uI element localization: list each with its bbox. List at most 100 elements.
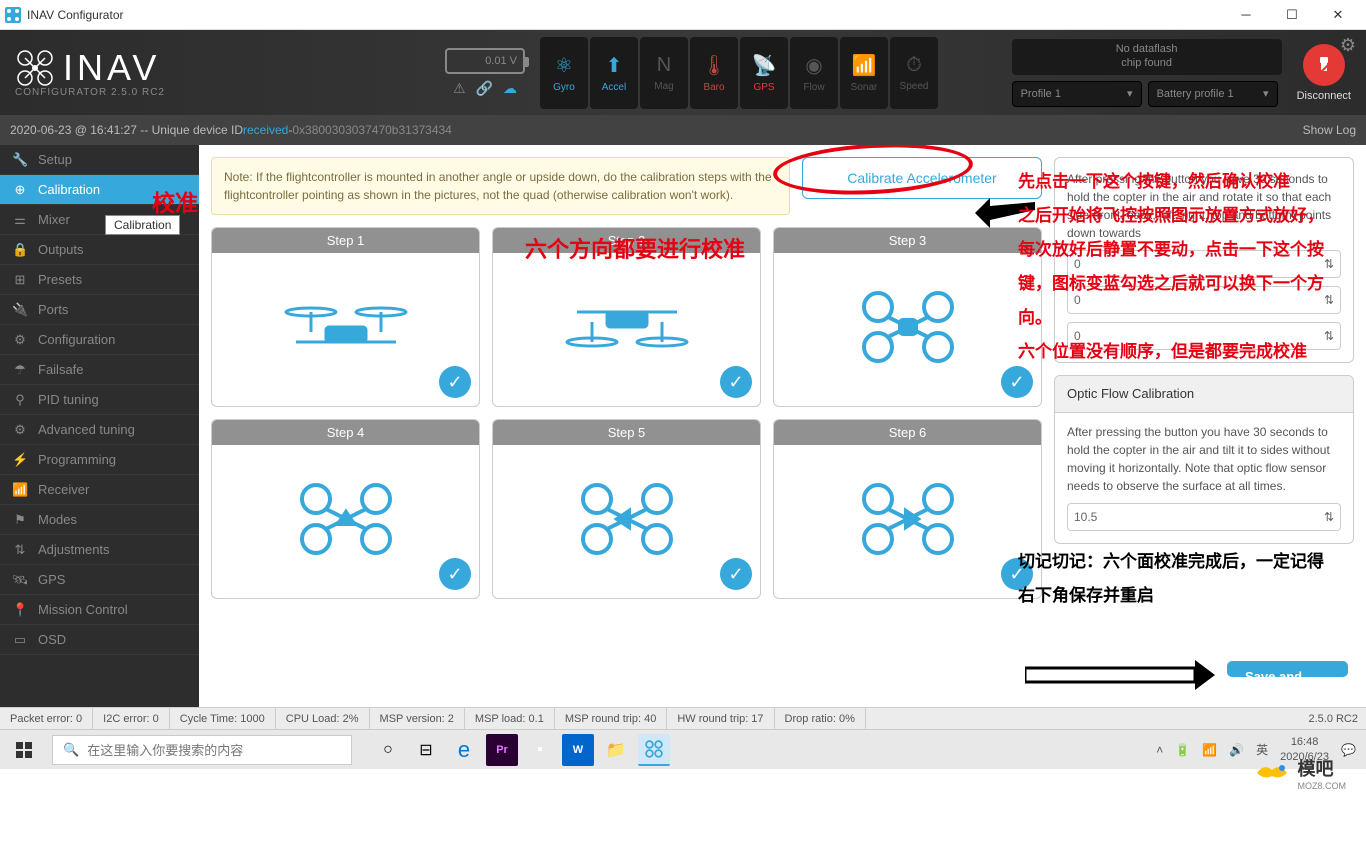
cloud-icon: ☁ [503, 80, 517, 97]
window-titlebar: INAV Configurator ─ ☐ ✕ [0, 0, 1366, 30]
stat-msp-version: MSP version: 2 [370, 708, 465, 729]
check-icon: ✓ [720, 366, 752, 398]
close-button[interactable]: ✕ [1315, 0, 1361, 30]
minimize-button[interactable]: ─ [1223, 0, 1269, 30]
footer-stats: Packet error: 0 I2C error: 0 Cycle Time:… [0, 707, 1366, 729]
adjust-icon: ⇅ [12, 542, 28, 558]
nav-setup[interactable]: 🔧Setup [0, 145, 199, 175]
premiere-icon[interactable]: Pr [486, 734, 518, 766]
warning-icons: ⚠ 🔗 ☁ [453, 80, 517, 97]
maximize-button[interactable]: ☐ [1269, 0, 1315, 30]
sensor-mag[interactable]: NMag [640, 37, 688, 109]
display-icon: ▭ [12, 632, 28, 648]
annotation-arrow-2 [1025, 660, 1215, 690]
step-card-1[interactable]: Step 1✓ [211, 227, 480, 407]
sensor-sonar[interactable]: 📶Sonar [840, 37, 888, 109]
check-icon: ✓ [439, 558, 471, 590]
sensor-gyro[interactable]: ⚛Gyro [540, 37, 588, 109]
annotation-save-text: 切记切记：六个面校准完成后，一定记得右下角保存并重启 [1018, 545, 1338, 613]
sensor-baro[interactable]: 🌡Baro [690, 37, 738, 109]
profile-select[interactable]: Profile 1▾ [1012, 81, 1142, 107]
edge-icon[interactable]: e [448, 734, 480, 766]
save-and-reboot-button[interactable]: Save and Reboot [1227, 661, 1348, 677]
sat-icon: 🛰 [12, 572, 28, 588]
explorer-icon[interactable]: 📁 [600, 734, 632, 766]
wrench-icon: 🔧 [12, 152, 28, 168]
nav-mission-control[interactable]: 📍Mission Control [0, 595, 199, 625]
drone-diagram-1 [276, 282, 416, 372]
nav-programming[interactable]: ⚡Programming [0, 445, 199, 475]
chevron-down-icon: ▾ [1263, 87, 1269, 100]
dataflash-panel[interactable]: No dataflash chip found [1012, 39, 1282, 75]
nav-adjustments[interactable]: ⇅Adjustments [0, 535, 199, 565]
nav-receiver[interactable]: 📶Receiver [0, 475, 199, 505]
tray-volume-icon[interactable]: 🔊 [1229, 743, 1244, 757]
lock-icon: 🔒 [12, 242, 28, 258]
task-view-icon[interactable]: ⊟ [410, 734, 442, 766]
calibration-tooltip: Calibration [105, 215, 180, 235]
link-icon: 🔗 [476, 80, 493, 97]
stat-version: 2.5.0 RC2 [1298, 708, 1366, 729]
annotation-six-sides: 六个方向都要进行校准 [525, 231, 745, 268]
chevron-down-icon: ▾ [1127, 87, 1133, 100]
inav-logo-icon [15, 48, 55, 88]
optic-input[interactable]: 10.5⇅ [1067, 503, 1341, 531]
inav-taskbar-icon[interactable] [638, 734, 670, 766]
stat-msp-load: MSP load: 0.1 [465, 708, 555, 729]
nav-advanced-tuning[interactable]: ⚙Advanced tuning [0, 415, 199, 445]
step-card-3[interactable]: Step 3✓ [773, 227, 1042, 407]
nav-presets[interactable]: ⊞Presets [0, 265, 199, 295]
tray-battery-icon[interactable]: 🔋 [1175, 743, 1190, 757]
stat-drop-ratio: Drop ratio: 0% [775, 708, 866, 729]
annotation-ellipse [772, 145, 974, 199]
tune2-icon: ⚙ [12, 422, 28, 438]
watermark: 模吧 MOZ8.COM [1252, 755, 1347, 791]
parachute-icon: ☂ [12, 362, 28, 378]
nav-ports[interactable]: 🔌Ports [0, 295, 199, 325]
cortana-icon[interactable]: ○ [372, 734, 404, 766]
windows-taskbar: 🔍 在这里输入你要搜索的内容 ○ ⊟ e Pr ▪ W 📁 ˄ 🔋 📶 🔊 英 … [0, 729, 1366, 769]
nav-failsafe[interactable]: ☂Failsafe [0, 355, 199, 385]
drone-diagram-2 [557, 282, 697, 372]
stepper-icon: ⇅ [1324, 508, 1334, 526]
check-icon: ✓ [439, 366, 471, 398]
tray-wifi-icon[interactable]: 📶 [1202, 743, 1217, 757]
sensor-gps[interactable]: 📡GPS [740, 37, 788, 109]
tune-icon: ⚲ [12, 392, 28, 408]
sensor-accel[interactable]: ⬆Accel [590, 37, 638, 109]
window-title: INAV Configurator [27, 8, 124, 22]
grid-icon: ⊞ [12, 272, 28, 288]
search-icon: 🔍 [63, 742, 79, 758]
battery-indicator: 0.01 V [445, 48, 525, 74]
step-card-4[interactable]: Step 4✓ [211, 419, 480, 599]
sensor-flow[interactable]: ◉Flow [790, 37, 838, 109]
taskbar-search[interactable]: 🔍 在这里输入你要搜索的内容 [52, 735, 352, 765]
stat-cpu-load: CPU Load: 2% [276, 708, 370, 729]
drone-diagram-6 [838, 474, 978, 564]
nav-gps[interactable]: 🛰GPS [0, 565, 199, 595]
step-card-6[interactable]: Step 6✓ [773, 419, 1042, 599]
wps-icon[interactable]: W [562, 734, 594, 766]
sensor-speed[interactable]: ⏱Speed [890, 37, 938, 109]
step-card-5[interactable]: Step 5✓ [492, 419, 761, 599]
tray-chevron-icon[interactable]: ˄ [1156, 743, 1163, 757]
battery-profile-select[interactable]: Battery profile 1▾ [1148, 81, 1278, 107]
show-log-button[interactable]: Show Log [1303, 123, 1356, 137]
app-header: INAV CONFIGURATOR 2.5.0 RC2 0.01 V ⚠ 🔗 ☁… [0, 30, 1366, 115]
drone-diagram-3 [838, 282, 978, 372]
app-icon [5, 7, 21, 23]
stat-packet-error: Packet error: 0 [0, 708, 93, 729]
app-icon-dark[interactable]: ▪ [524, 734, 556, 766]
code-icon: ⚡ [12, 452, 28, 468]
stat-cycle-time: Cycle Time: 1000 [170, 708, 276, 729]
usb-icon [1303, 44, 1345, 86]
logo-subtitle: CONFIGURATOR 2.5.0 RC2 [15, 87, 165, 98]
nav-configuration[interactable]: ⚙Configuration [0, 325, 199, 355]
nav-osd[interactable]: ▭OSD [0, 625, 199, 655]
nav-outputs[interactable]: 🔒Outputs [0, 235, 199, 265]
settings-gear-icon[interactable]: ⚙ [1340, 35, 1356, 56]
nav-modes[interactable]: ⚑Modes [0, 505, 199, 535]
nav-pid-tuning[interactable]: ⚲PID tuning [0, 385, 199, 415]
warning-triangle-icon: ⚠ [453, 80, 466, 97]
start-button[interactable] [0, 730, 48, 770]
